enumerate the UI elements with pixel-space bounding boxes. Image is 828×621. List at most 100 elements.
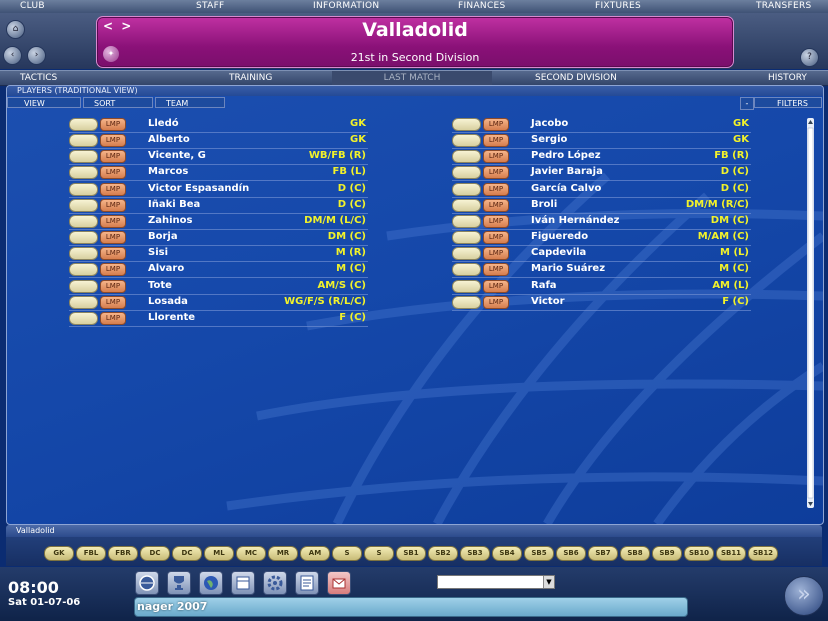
player-name[interactable]: Javier Baraja [531,165,603,179]
player-row[interactable]: LMP Sisi M (R) [69,246,368,263]
gear-icon[interactable] [263,571,287,595]
tab-last-match[interactable]: LAST MATCH [332,71,492,85]
player-row[interactable]: LMP Marcos FB (L) [69,165,368,182]
player-name[interactable]: Vicente, G [148,149,206,163]
lmp-badge[interactable]: LMP [100,118,126,131]
formation-slot[interactable]: MC [236,546,266,561]
help-icon[interactable]: ? [800,48,819,67]
lmp-badge[interactable]: LMP [100,198,126,212]
lmp-badge[interactable]: LMP [483,263,509,277]
player-row[interactable]: LMP Tote AM/S (C) [69,279,368,295]
lmp-badge[interactable]: LMP [100,150,126,164]
player-row[interactable]: LMP Pedro López FB (R) [452,149,751,166]
team-button[interactable]: TEAM [155,97,225,108]
player-name[interactable]: Marcos [148,165,188,179]
formation-slot[interactable]: ML [204,546,234,561]
player-name[interactable]: Alberto [148,133,190,147]
player-row[interactable]: LMP Lledó GK [69,117,368,133]
formation-slot[interactable]: MR [268,546,298,561]
nav-fixtures[interactable]: FIXTURES [595,0,641,13]
player-row[interactable]: LMP Vicente, G WB/FB (R) [69,149,368,166]
select-toggle[interactable] [69,150,98,164]
lmp-badge[interactable]: LMP [100,263,126,277]
formation-slot[interactable]: SB7 [588,546,618,561]
lmp-badge[interactable]: LMP [100,279,126,293]
lmp-badge[interactable]: LMP [100,182,126,196]
player-row[interactable]: LMP Borja DM (C) [69,230,368,247]
player-name[interactable]: Llorente [148,311,195,325]
player-row[interactable]: LMP Broli DM/M (R/C) [452,198,751,214]
player-name[interactable]: Victor [531,295,565,309]
select-toggle[interactable] [452,247,481,261]
formation-slot[interactable]: SB10 [684,546,714,561]
back-button[interactable]: ‹ [3,46,22,65]
formation-slot[interactable]: DC [172,546,202,561]
select-toggle[interactable] [69,311,98,325]
player-row[interactable]: LMP Mario Suárez M (C) [452,262,751,279]
formation-slot[interactable]: S [364,546,394,561]
formation-slot[interactable]: SB11 [716,546,746,561]
lmp-badge[interactable]: LMP [100,247,126,261]
filters-toggle[interactable]: - [740,97,754,110]
tab-second-division[interactable]: SECOND DIVISION [535,71,617,85]
lmp-badge[interactable]: LMP [483,134,509,148]
lmp-badge[interactable]: LMP [100,311,126,325]
formation-slot[interactable]: SB3 [460,546,490,561]
player-row[interactable]: LMP Jacobo GK [452,117,751,133]
quick-select-dropdown[interactable]: ▼ [437,575,555,589]
trophy-icon[interactable] [167,571,191,595]
lmp-badge[interactable]: LMP [100,231,126,245]
player-name[interactable]: Alvaro [148,262,184,276]
chevron-down-icon[interactable]: ▼ [543,576,554,588]
lmp-badge[interactable]: LMP [483,231,509,245]
formation-slot[interactable]: SB5 [524,546,554,561]
lmp-badge[interactable]: LMP [483,150,509,164]
select-toggle[interactable] [69,247,98,261]
player-name[interactable]: Jacobo [531,117,568,131]
player-name[interactable]: Iván Hernández [531,214,619,228]
player-row[interactable]: LMP Victor F (C) [452,295,751,311]
lmp-badge[interactable]: LMP [483,198,509,212]
select-toggle[interactable] [69,295,98,309]
nav-staff[interactable]: STAFF [196,0,225,13]
player-row[interactable]: LMP Sergio GK [452,133,751,150]
select-toggle[interactable] [69,118,98,131]
player-name[interactable]: Mario Suárez [531,262,605,276]
lmp-badge[interactable]: LMP [100,295,126,309]
formation-slot[interactable]: FBR [108,546,138,561]
player-row[interactable]: LMP Iñaki Bea D (C) [69,198,368,214]
nav-information[interactable]: INFORMATION [313,0,379,13]
home-icon[interactable]: ⌂ [6,20,25,39]
formation-slot[interactable]: DC [140,546,170,561]
lmp-badge[interactable]: LMP [483,166,509,180]
player-name[interactable]: Sisi [148,246,168,260]
formation-slot[interactable]: SB9 [652,546,682,561]
player-row[interactable]: LMP Rafa AM (L) [452,279,751,295]
select-toggle[interactable] [452,134,481,148]
lmp-badge[interactable]: LMP [100,166,126,180]
forward-button[interactable]: › [27,46,46,65]
player-name[interactable]: Rafa [531,279,557,293]
lmp-badge[interactable]: LMP [483,295,509,309]
player-name[interactable]: Victor Espasandín [148,182,249,196]
select-toggle[interactable] [452,182,481,196]
formation-slot[interactable]: AM [300,546,330,561]
select-toggle[interactable] [69,134,98,148]
player-name[interactable]: Sergio [531,133,567,147]
player-row[interactable]: LMP Javier Baraja D (C) [452,165,751,182]
formation-slot[interactable]: SB8 [620,546,650,561]
player-row[interactable]: LMP Zahinos DM/M (L/C) [69,214,368,230]
ball-icon[interactable] [135,571,159,595]
select-toggle[interactable] [452,198,481,212]
formation-slot[interactable]: SB2 [428,546,458,561]
nav-transfers[interactable]: TRANSFERS [756,0,812,13]
formation-slot[interactable]: SB4 [492,546,522,561]
select-toggle[interactable] [452,118,481,131]
player-row[interactable]: LMP Iván Hernández DM (C) [452,214,751,230]
lmp-badge[interactable]: LMP [483,247,509,261]
select-toggle[interactable] [69,198,98,212]
player-name[interactable]: Broli [531,198,557,212]
formation-slot[interactable]: S [332,546,362,561]
formation-slot[interactable]: SB1 [396,546,426,561]
tab-training[interactable]: TRAINING [229,71,272,85]
